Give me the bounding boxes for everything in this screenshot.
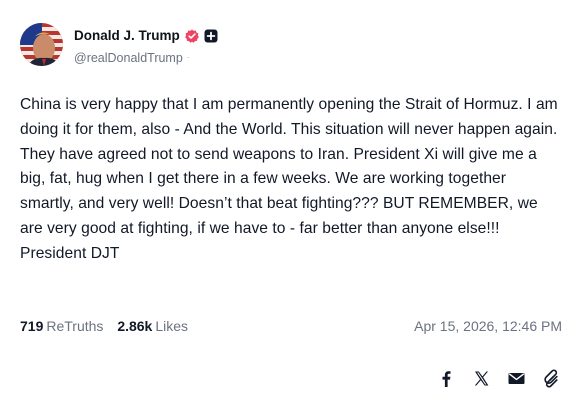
email-icon[interactable] (507, 369, 526, 388)
post-timestamp[interactable]: Apr 15, 2026, 12:46 PM (414, 318, 562, 334)
author-display-name[interactable]: Donald J. Trump (74, 28, 180, 43)
retruths-label: ReTruths (46, 318, 104, 334)
post-stats: 719 ReTruths 2.86k Likes (20, 318, 198, 334)
likes-label: Likes (155, 318, 189, 334)
handle-separator: · (186, 52, 190, 62)
link-icon[interactable] (542, 369, 561, 388)
likes-stat[interactable]: 2.86k Likes (117, 318, 198, 334)
avatar[interactable] (20, 23, 63, 66)
post-body-text: China is very happy that I am permanentl… (20, 96, 558, 262)
verified-badge-icon (184, 29, 199, 43)
author-name-row: Donald J. Trump (74, 28, 218, 43)
x-icon[interactable] (472, 369, 491, 388)
retruths-count: 719 (20, 318, 44, 334)
share-actions (437, 369, 561, 388)
post-card: Donald J. Trump @realDonaldTrump · China … (0, 0, 577, 419)
plus-badge-icon (204, 29, 218, 43)
retruths-stat[interactable]: 719 ReTruths (20, 318, 113, 334)
author-handle[interactable]: @realDonaldTrump (74, 51, 183, 65)
avatar-image (20, 23, 63, 66)
likes-count: 2.86k (117, 318, 153, 334)
facebook-icon[interactable] (437, 369, 456, 388)
author-handle-row: @realDonaldTrump · (74, 51, 190, 65)
